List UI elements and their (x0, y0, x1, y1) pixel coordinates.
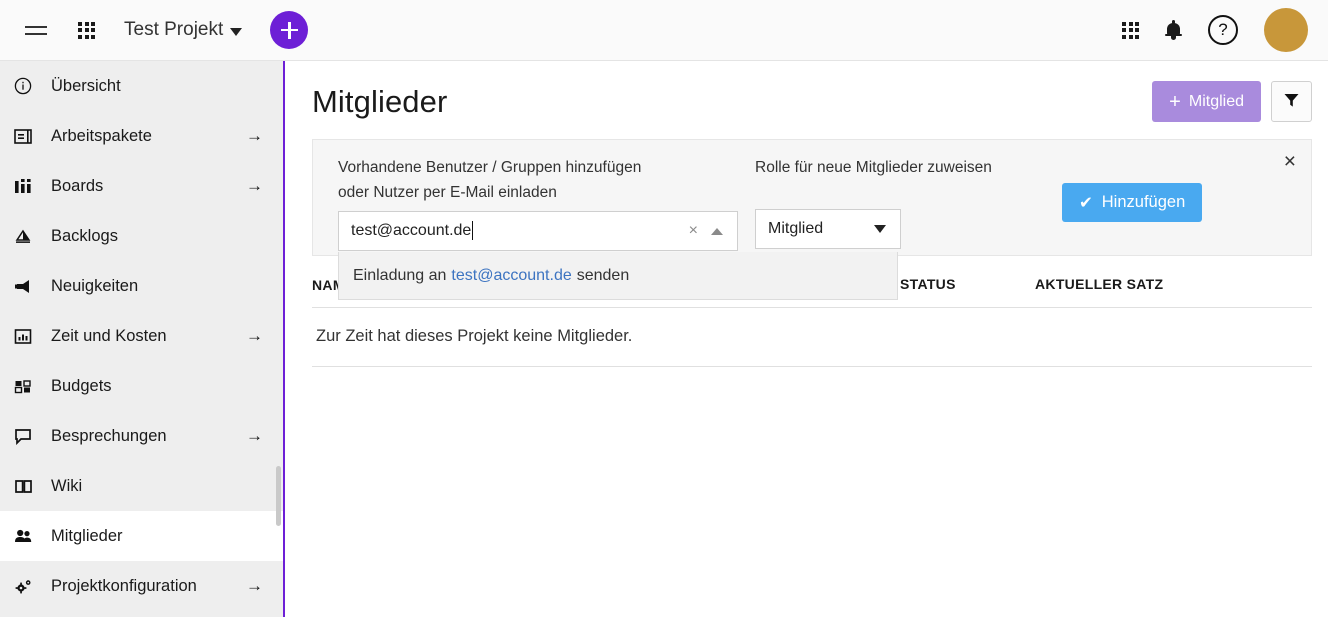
suggestion-suffix: senden (577, 267, 630, 285)
chevron-down-icon (874, 225, 886, 233)
column-header-rate[interactable]: AKTUELLER SATZ (1035, 276, 1215, 293)
bell-icon[interactable] (1165, 20, 1182, 40)
sidebar-item-label: Zeit und Kosten (51, 327, 246, 346)
top-header: Test Projekt ? (0, 0, 1328, 61)
sidebar-item-arrow: → (246, 426, 263, 446)
check-icon: ✔ (1079, 193, 1093, 213)
apps-grid-icon[interactable] (78, 22, 95, 39)
sidebar-item-label: Besprechungen (51, 427, 246, 446)
sidebar-item-backlogs[interactable]: Backlogs (0, 211, 283, 261)
role-selected-value: Mitglied (768, 220, 823, 238)
sidebar-item-label: Boards (51, 177, 246, 196)
sidebar-item-zeit-und-kosten[interactable]: Zeit und Kosten → (0, 311, 283, 361)
people-icon (14, 528, 40, 545)
invite-combobox: test@account.de × Einladung an test@acco… (338, 211, 738, 251)
empty-state-message: Zur Zeit hat dieses Projekt keine Mitgli… (312, 308, 1312, 367)
submit-add-button[interactable]: ✔ Hinzufügen (1062, 183, 1202, 222)
suggestion-prefix: Einladung an (353, 267, 446, 285)
help-icon[interactable]: ? (1208, 15, 1238, 45)
main-content: Mitglieder + Mitglied × Vorhandene Benut… (287, 61, 1328, 617)
sidebar-item-label: Projektkonfiguration (51, 577, 246, 596)
chart-icon (14, 328, 40, 345)
sidebar-item-label: Übersicht (51, 77, 263, 96)
invite-form-row: Vorhandene Benutzer / Gruppen hinzufügen… (338, 157, 1291, 251)
sidebar-scrollbar[interactable] (276, 466, 281, 526)
filter-button[interactable] (1271, 81, 1312, 122)
sidebar-item-mitglieder[interactable]: Mitglieder (0, 511, 283, 561)
global-add-button[interactable] (270, 11, 308, 49)
chevron-up-icon[interactable] (711, 228, 723, 235)
project-selector[interactable]: Test Projekt (124, 19, 242, 41)
sidebar-item-label: Mitglieder (51, 527, 263, 546)
clear-icon[interactable]: × (689, 223, 698, 239)
sidebar-item-neuigkeiten[interactable]: Neuigkeiten (0, 261, 283, 311)
sidebar-item-besprechungen[interactable]: Besprechungen → (0, 411, 283, 461)
sidebar: Übersicht Arbeitspakete → Boards → Backl… (0, 61, 285, 617)
sidebar-item-arrow: → (246, 326, 263, 346)
header-left-group: Test Projekt (0, 0, 308, 60)
sidebar-item-arrow: → (246, 176, 263, 196)
invite-label-line2: oder Nutzer per E-Mail einladen (338, 182, 738, 204)
sidebar-item-boards[interactable]: Boards → (0, 161, 283, 211)
gear-icon (14, 578, 40, 595)
toolbar-actions: + Mitglied (1152, 81, 1312, 122)
invite-panel: × Vorhandene Benutzer / Gruppen hinzufüg… (312, 139, 1312, 256)
add-member-button[interactable]: + Mitglied (1152, 81, 1261, 122)
chevron-down-icon (230, 28, 242, 36)
sidebar-item-arbeitspakete[interactable]: Arbeitspakete → (0, 111, 283, 161)
sidebar-item-arrow: → (246, 576, 263, 596)
project-name-label: Test Projekt (124, 19, 223, 41)
work-package-icon (14, 128, 40, 145)
invite-label-line1: Vorhandene Benutzer / Gruppen hinzufügen (338, 157, 738, 179)
role-label: Rolle für neue Mitglieder zuweisen (755, 157, 992, 179)
column-header-status[interactable]: STATUS (900, 276, 1035, 293)
sidebar-item-wiki[interactable]: Wiki (0, 461, 283, 511)
sidebar-item-projektkonfiguration[interactable]: Projektkonfiguration → (0, 561, 283, 611)
role-field-group: Rolle für neue Mitglieder zuweisen Mitgl… (755, 157, 992, 249)
role-select[interactable]: Mitglied (755, 209, 901, 249)
page-toolbar: Mitglieder + Mitglied (287, 61, 1328, 122)
backlogs-icon (14, 228, 40, 245)
avatar[interactable] (1264, 8, 1308, 52)
megaphone-icon (14, 278, 40, 295)
info-circle-icon (14, 77, 40, 95)
header-right-group: ? (1122, 8, 1328, 52)
page-title: Mitglieder (312, 84, 447, 120)
sidebar-item-label: Neuigkeiten (51, 277, 263, 296)
invite-suggestion-item[interactable]: Einladung an test@account.de senden (338, 252, 898, 300)
help-label: ? (1218, 20, 1227, 40)
invite-user-field-group: Vorhandene Benutzer / Gruppen hinzufügen… (338, 157, 738, 251)
sidebar-item-label: Wiki (51, 477, 263, 496)
sidebar-item-uebersicht[interactable]: Übersicht (0, 61, 283, 111)
book-icon (14, 478, 40, 495)
sidebar-item-label: Arbeitspakete (51, 127, 246, 146)
plus-icon: + (1169, 92, 1181, 112)
funnel-icon (1283, 92, 1300, 112)
sidebar-item-label: Backlogs (51, 227, 263, 246)
sidebar-item-label: Budgets (51, 377, 263, 396)
modules-grid-icon[interactable] (1122, 22, 1139, 39)
sidebar-item-arrow: → (246, 126, 263, 146)
speech-bubble-icon (14, 428, 40, 445)
suggestion-email: test@account.de (451, 267, 571, 285)
invite-input[interactable] (338, 211, 738, 251)
sidebar-item-budgets[interactable]: Budgets (0, 361, 283, 411)
budgets-icon (14, 378, 40, 395)
boards-icon (14, 178, 40, 195)
close-icon[interactable]: × (1284, 151, 1296, 172)
hamburger-icon[interactable] (14, 0, 58, 60)
submit-label: Hinzufügen (1102, 193, 1185, 212)
add-member-label: Mitglied (1189, 93, 1244, 111)
